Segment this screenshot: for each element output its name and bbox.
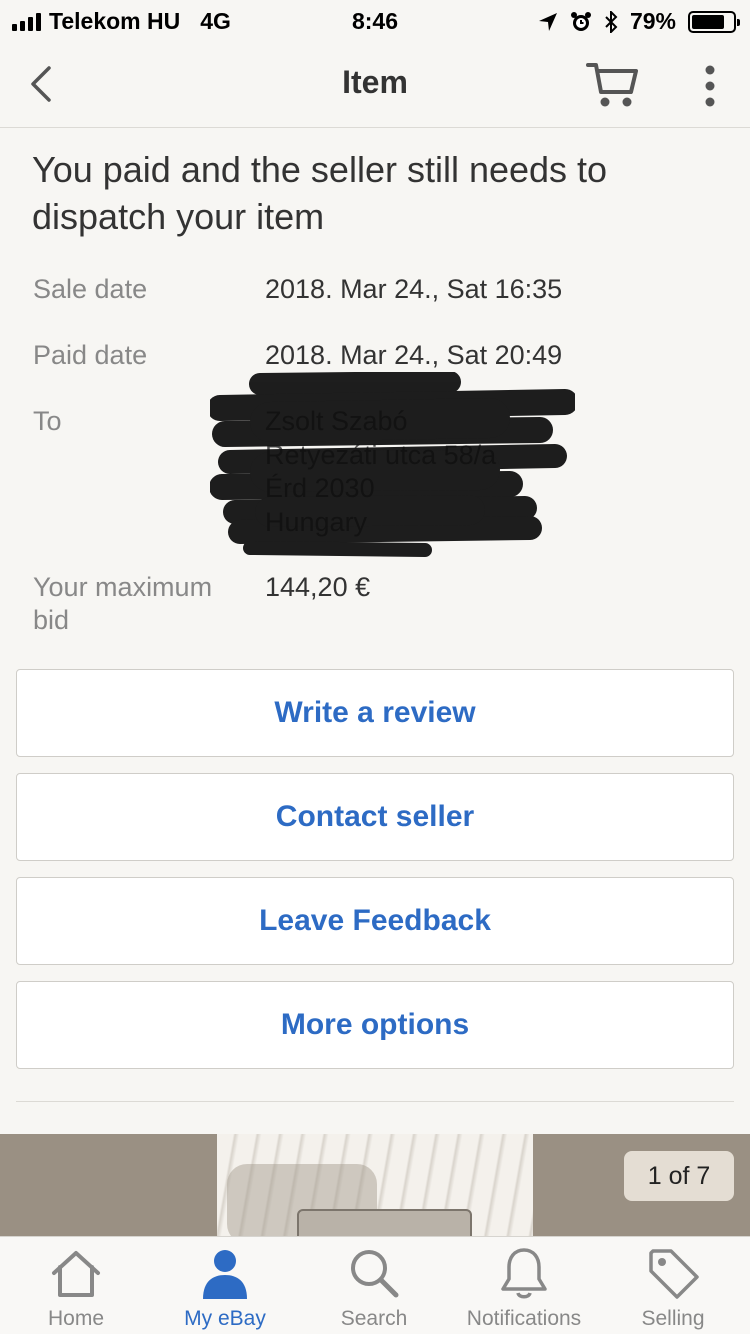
write-review-button[interactable]: Write a review <box>16 669 734 757</box>
tab-notifications[interactable]: Notifications <box>449 1237 599 1334</box>
battery-fill <box>692 14 724 29</box>
battery-percent: 79% <box>629 8 676 34</box>
search-icon <box>351 1250 399 1298</box>
paid-date-value: 2018. Mar 24., Sat 20:49 <box>265 340 563 370</box>
cart-button[interactable] <box>585 58 641 110</box>
tab-selling[interactable]: Selling <box>598 1237 748 1334</box>
contact-seller-button[interactable]: Contact seller <box>16 773 734 861</box>
bluetooth-icon <box>605 10 618 33</box>
address-name: Zsolt Szabó <box>265 406 408 436</box>
tab-notifications-label: Notifications <box>466 1307 582 1330</box>
status-bar: Telekom HU 4G 8:46 79% <box>0 0 750 40</box>
to-label: To <box>33 406 62 436</box>
image-page-indicator: 1 of 7 <box>624 1151 734 1201</box>
section-divider <box>16 1101 734 1102</box>
home-icon <box>52 1251 100 1297</box>
address-city: Érd 2030 <box>265 473 375 503</box>
person-icon <box>203 1250 247 1299</box>
tab-home-label: Home <box>47 1307 105 1330</box>
sale-date-value: 2018. Mar 24., Sat 16:35 <box>265 274 563 304</box>
bottom-tab-bar: Home My eBay Search Notifications Sellin… <box>0 1236 750 1334</box>
tab-home[interactable]: Home <box>1 1237 151 1334</box>
status-right: 79% <box>538 8 740 35</box>
alarm-icon <box>570 11 591 31</box>
shipping-address: Zsolt Szabó Retyezáti utca 58/a Érd 2030… <box>265 405 705 539</box>
tab-search-label: Search <box>340 1307 408 1330</box>
battery-icon <box>688 10 740 33</box>
paid-date-label: Paid date <box>33 340 148 370</box>
tab-my-ebay-label: My eBay <box>184 1307 266 1330</box>
sale-date-label: Sale date <box>33 274 148 304</box>
tab-search[interactable]: Search <box>299 1237 449 1334</box>
nav-bar: Item <box>0 40 750 128</box>
max-bid-value: 144,20 € <box>265 572 371 602</box>
tag-icon <box>649 1249 699 1299</box>
photo-item-object <box>297 1209 472 1236</box>
leave-feedback-button[interactable]: Leave Feedback <box>16 877 734 965</box>
address-street: Retyezáti utca 58/a <box>265 439 497 470</box>
cart-icon <box>586 63 638 107</box>
address-country: Hungary <box>265 506 368 537</box>
tab-my-ebay[interactable]: My eBay <box>150 1237 300 1334</box>
item-image-carousel[interactable]: 1 of 7 <box>0 1134 750 1236</box>
item-photo[interactable] <box>217 1134 533 1236</box>
order-status-headline: You paid and the seller still needs to d… <box>32 149 608 237</box>
more-vertical-icon <box>705 65 715 107</box>
location-arrow-icon <box>538 12 557 31</box>
more-options-button[interactable]: More options <box>16 981 734 1069</box>
tab-selling-label: Selling <box>641 1307 705 1330</box>
max-bid-label: Your maximum bid <box>33 572 213 635</box>
bell-icon <box>501 1248 547 1299</box>
more-options-menu-button[interactable] <box>694 62 726 110</box>
